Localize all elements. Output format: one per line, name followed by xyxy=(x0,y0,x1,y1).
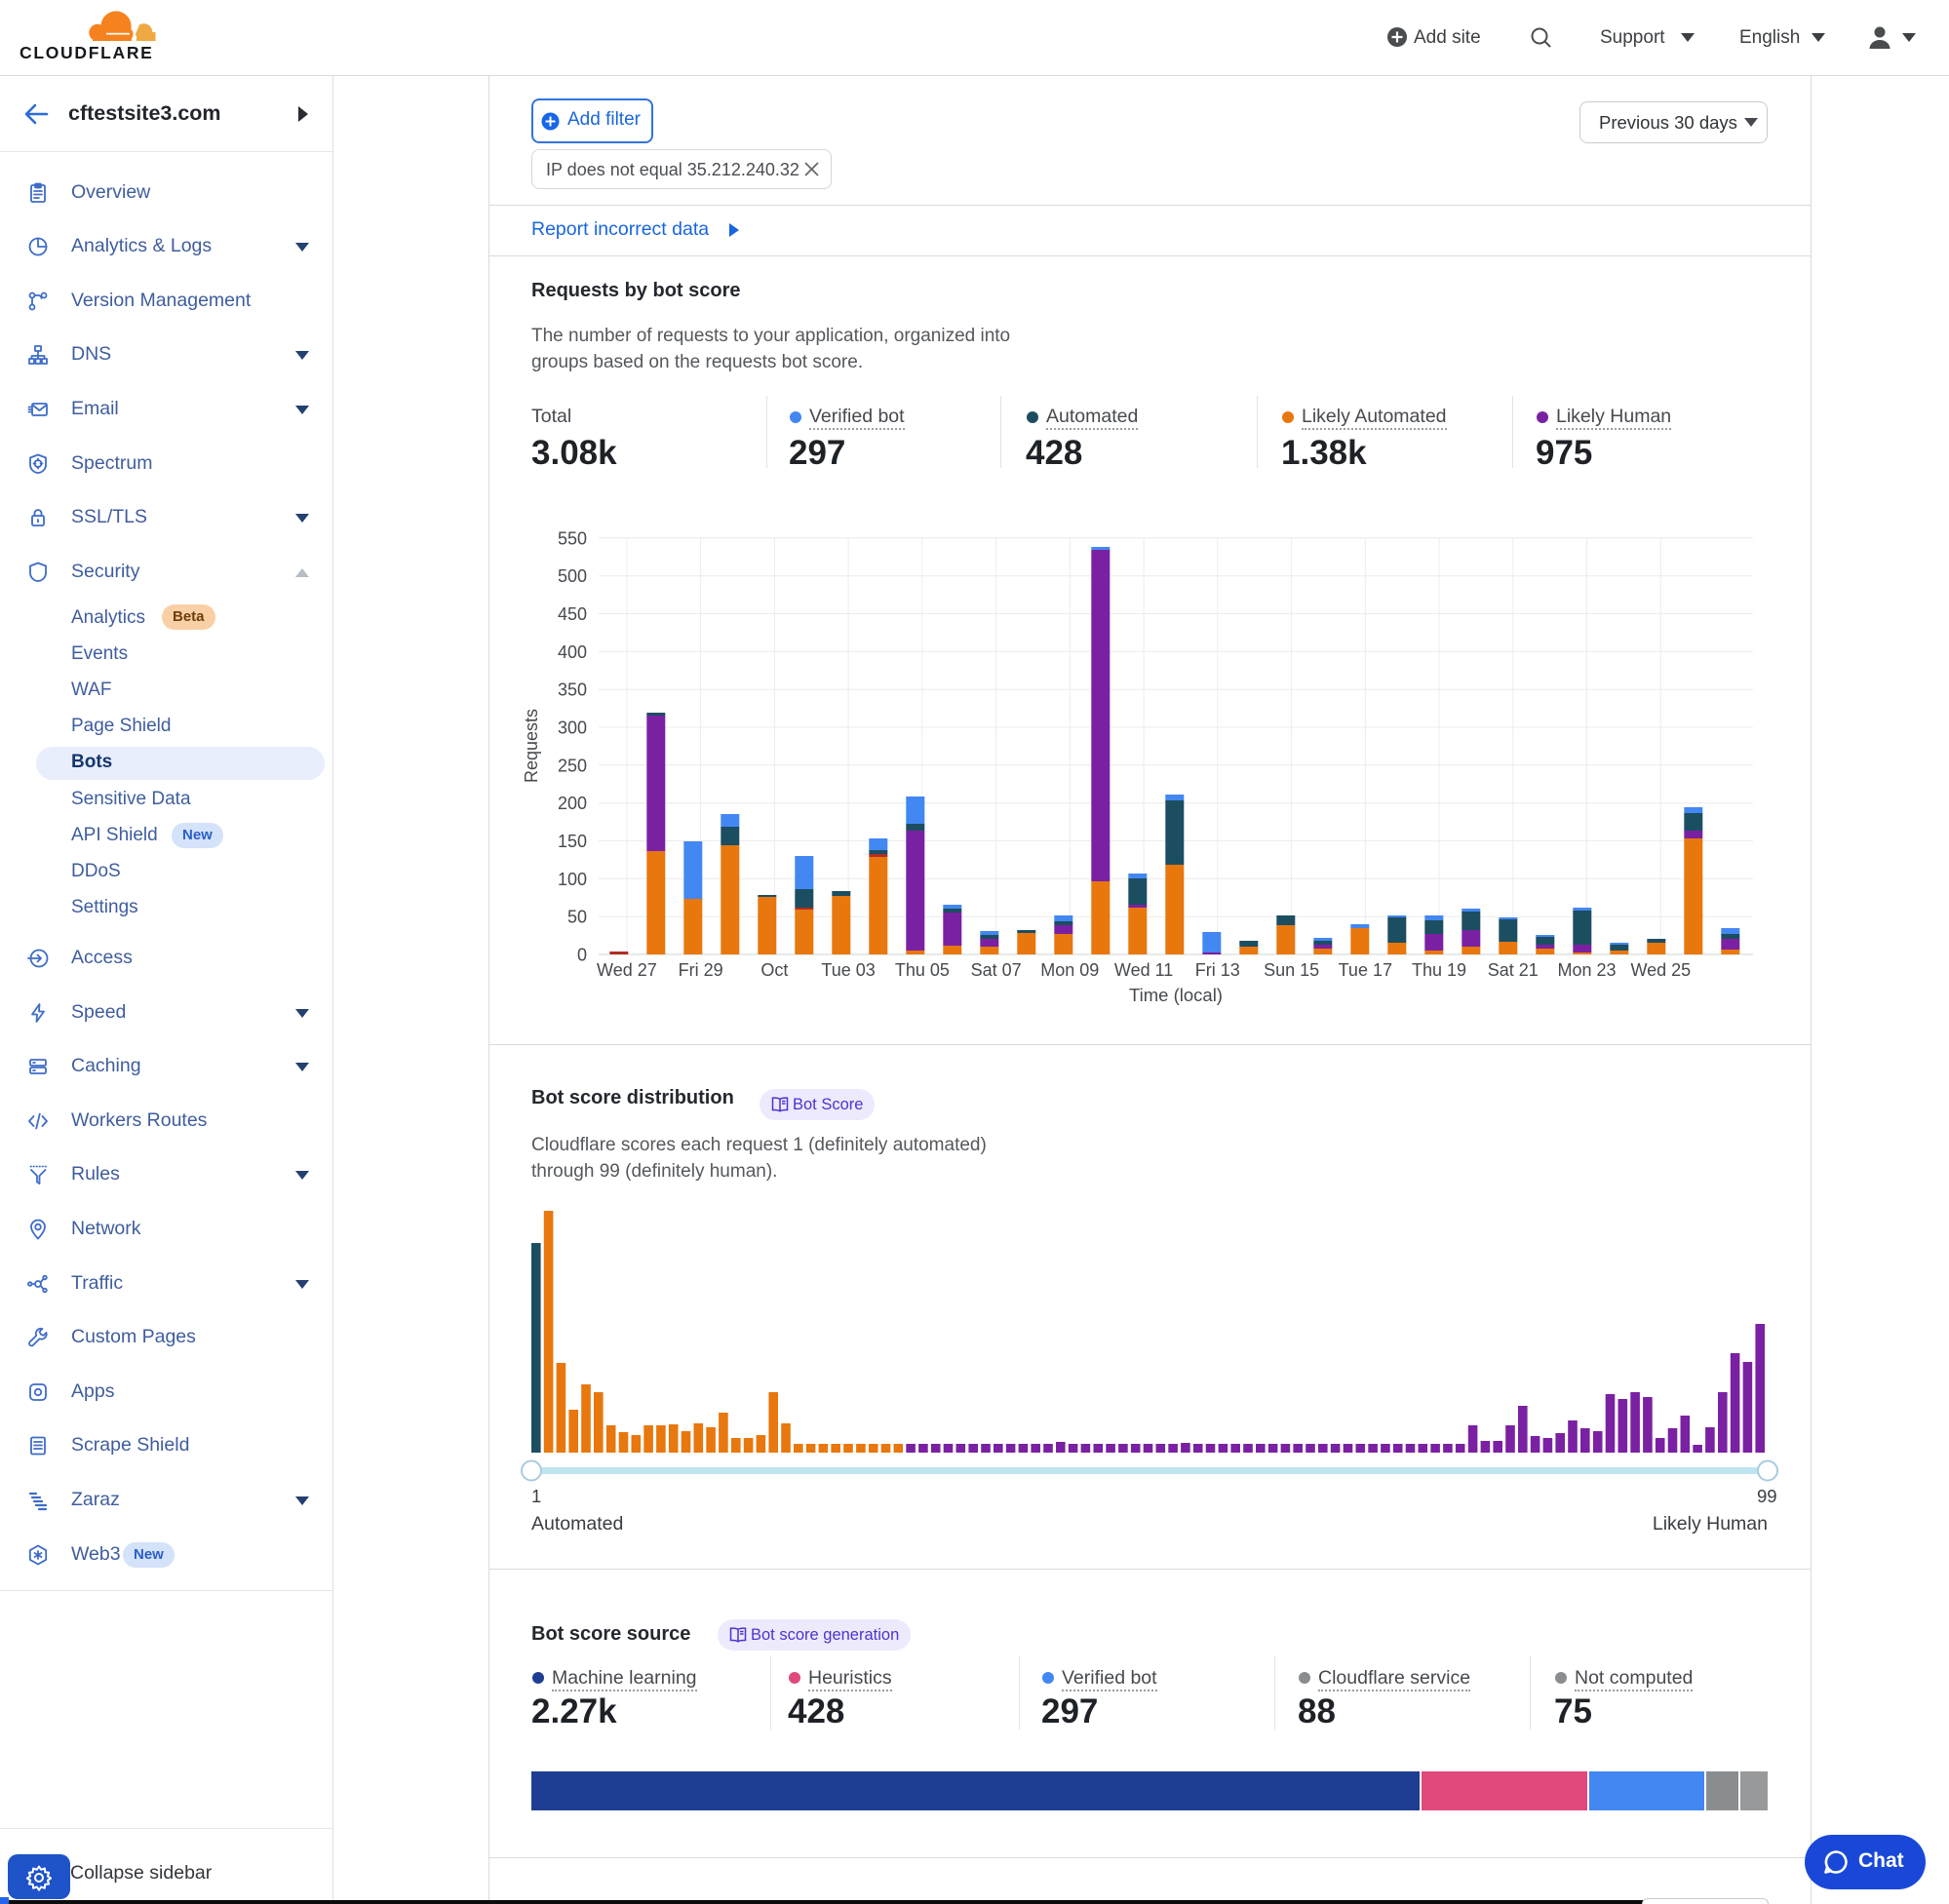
svg-text:Tue 17: Tue 17 xyxy=(1339,960,1392,980)
svg-text:Requests: Requests xyxy=(522,709,541,783)
svg-text:450: 450 xyxy=(558,604,587,624)
svg-text:Wed 11: Wed 11 xyxy=(1114,960,1173,980)
svg-text:250: 250 xyxy=(558,756,587,775)
svg-text:50: 50 xyxy=(567,908,587,927)
svg-text:Mon 09: Mon 09 xyxy=(1040,960,1099,980)
svg-text:550: 550 xyxy=(558,528,587,548)
svg-text:Thu 19: Thu 19 xyxy=(1412,960,1466,980)
svg-text:Sat 07: Sat 07 xyxy=(971,960,1022,980)
svg-text:100: 100 xyxy=(558,870,587,889)
svg-text:Sun 15: Sun 15 xyxy=(1264,960,1319,980)
svg-text:150: 150 xyxy=(558,832,587,851)
svg-text:Fri 29: Fri 29 xyxy=(679,960,723,980)
svg-text:Sat 21: Sat 21 xyxy=(1488,960,1539,980)
svg-text:200: 200 xyxy=(558,794,587,813)
svg-text:Wed 25: Wed 25 xyxy=(1630,960,1691,980)
svg-text:Time (local): Time (local) xyxy=(1129,985,1223,1005)
svg-text:Thu 05: Thu 05 xyxy=(895,960,950,980)
svg-text:Oct: Oct xyxy=(760,960,788,980)
svg-text:Wed 27: Wed 27 xyxy=(597,960,657,980)
svg-text:500: 500 xyxy=(558,566,587,586)
svg-text:300: 300 xyxy=(558,719,587,738)
svg-text:0: 0 xyxy=(577,946,587,965)
svg-text:350: 350 xyxy=(558,680,587,700)
svg-text:Fri 13: Fri 13 xyxy=(1195,960,1240,980)
svg-text:400: 400 xyxy=(558,642,587,662)
svg-text:Tue 03: Tue 03 xyxy=(821,960,875,980)
svg-text:Mon 23: Mon 23 xyxy=(1557,960,1616,980)
